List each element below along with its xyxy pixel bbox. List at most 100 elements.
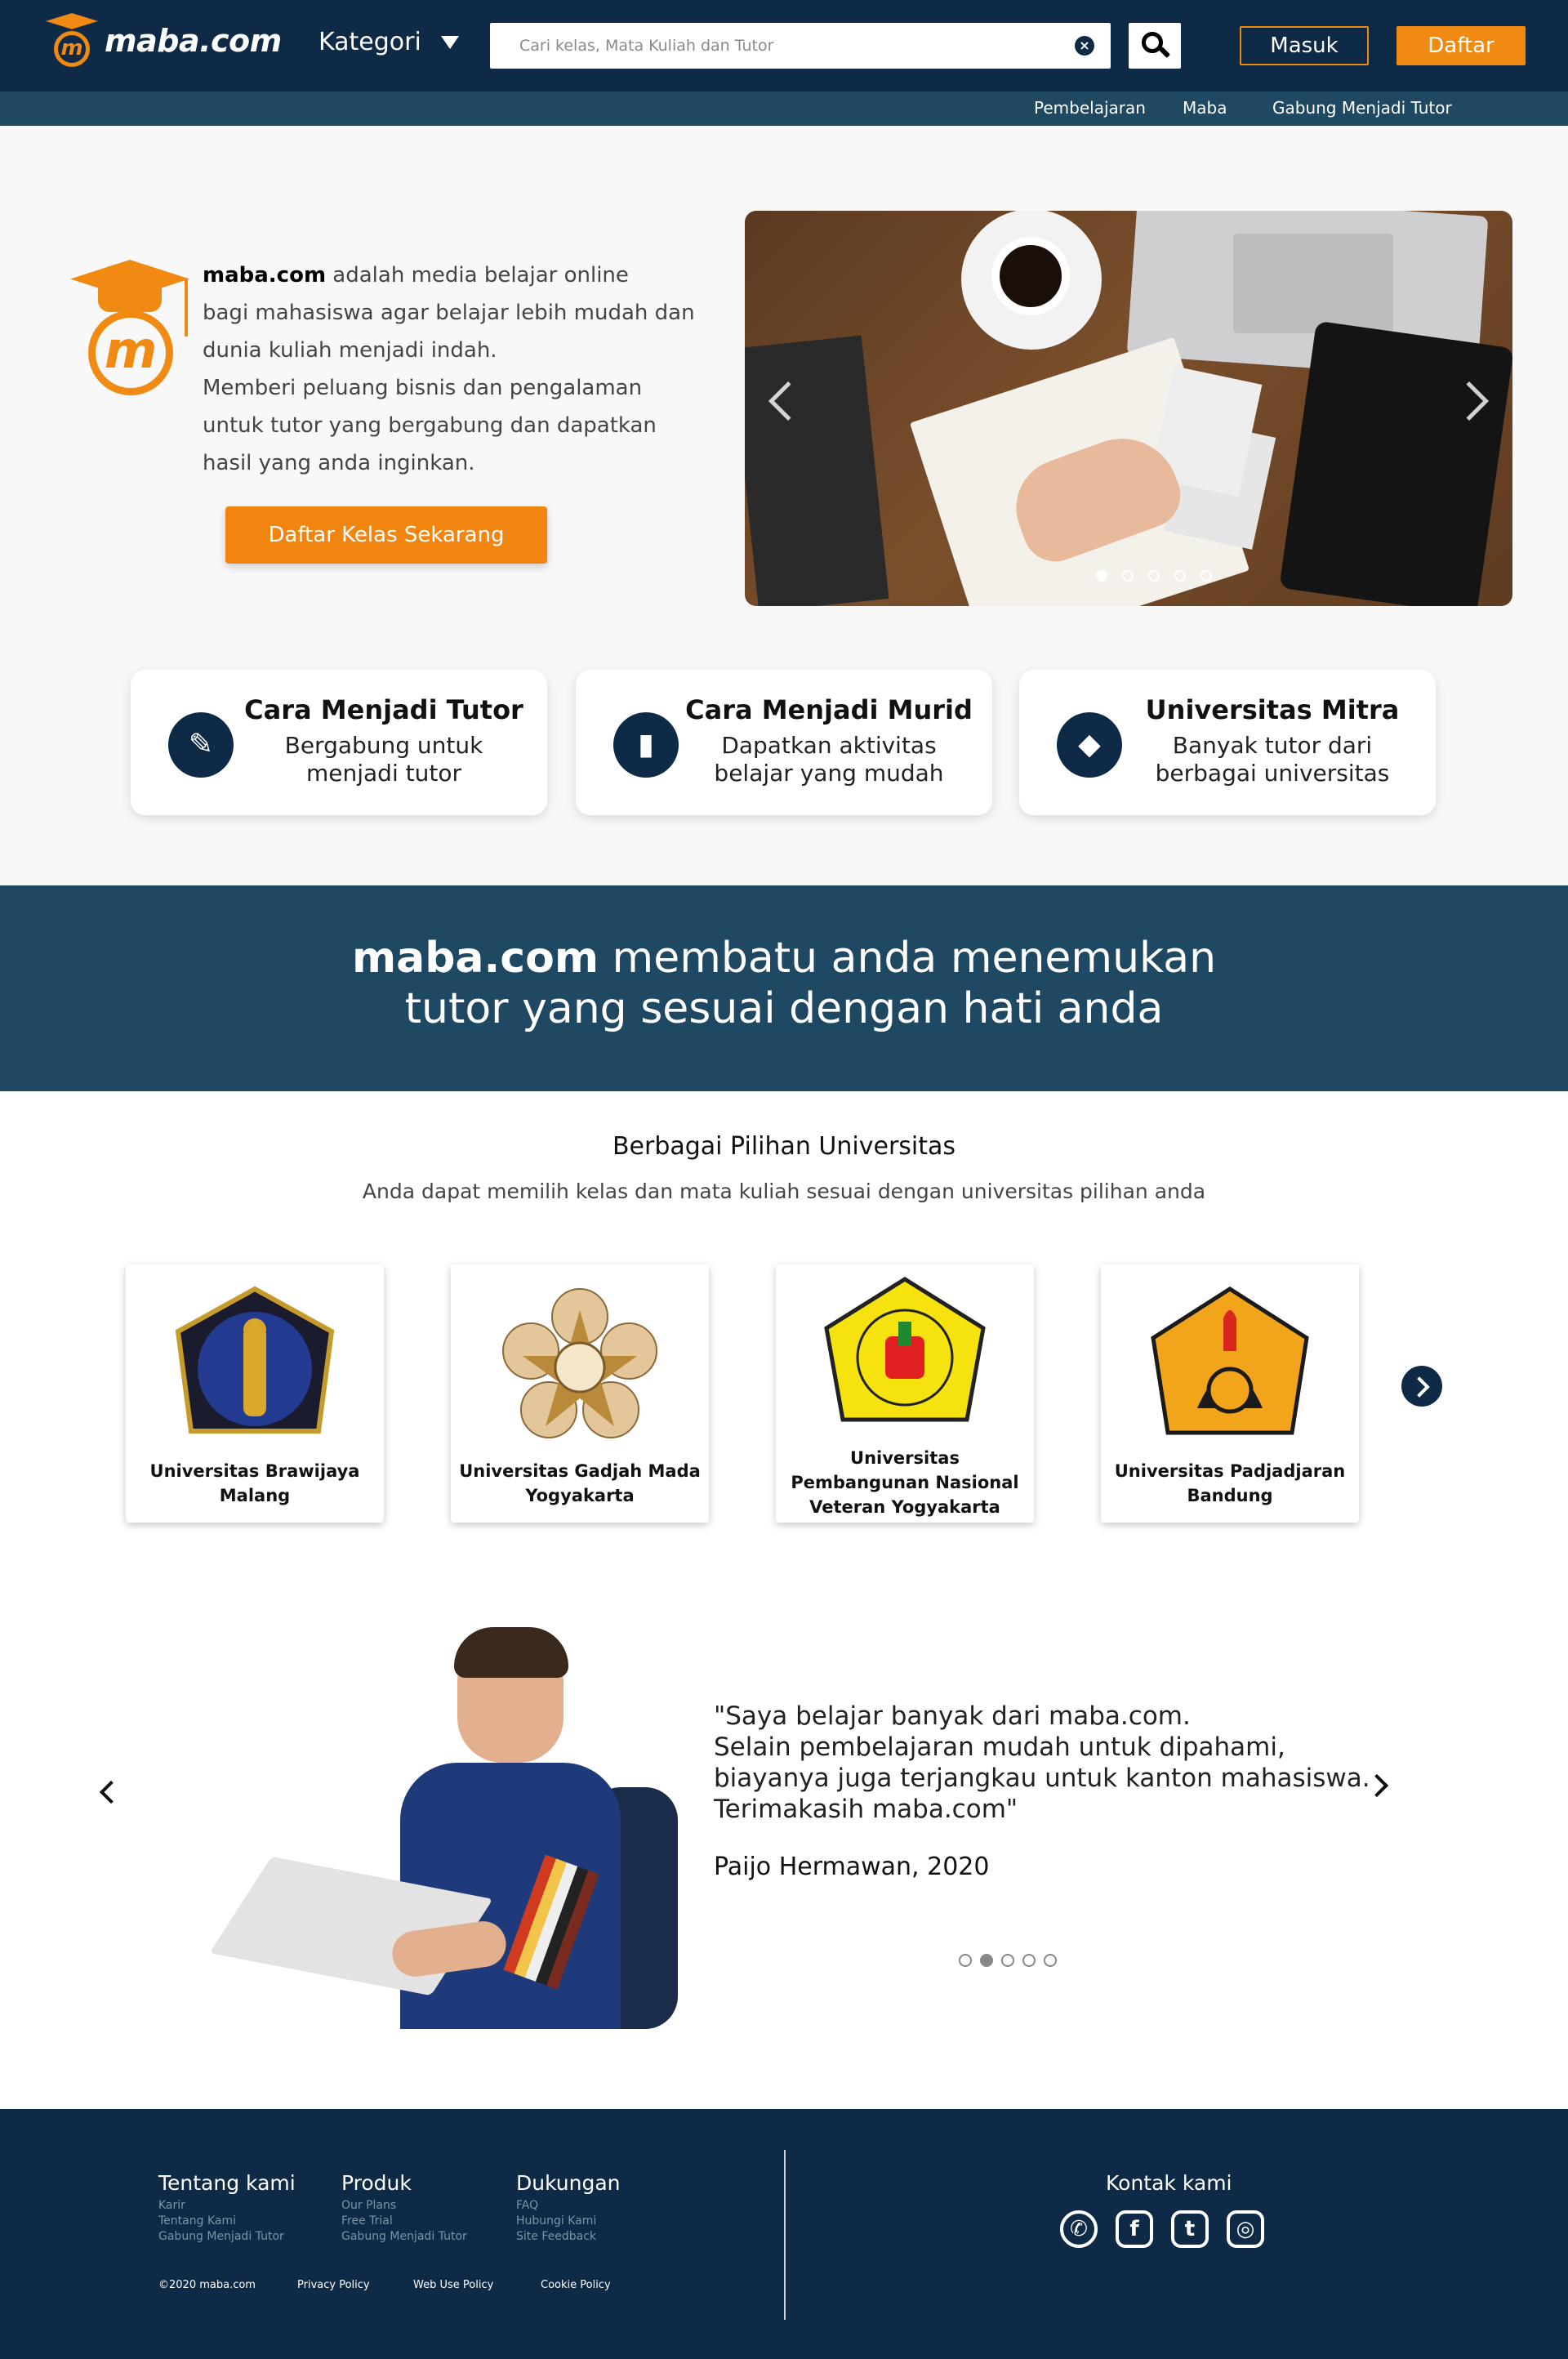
carousel-dot[interactable] [1148, 570, 1160, 582]
feature-card-student[interactable]: ▮ Cara Menjadi Murid Dapatkan aktivitas … [576, 670, 992, 815]
carousel-dot[interactable] [1122, 570, 1134, 582]
footer-link[interactable]: Our Plans [341, 2198, 467, 2214]
whatsapp-icon[interactable]: ✆ [1060, 2210, 1098, 2248]
universities-title: Berbagai Pilihan Universitas [612, 1132, 956, 1161]
university-name: Universitas Pembangunan Nasional Veteran… [791, 1448, 1019, 1517]
top-navbar: m maba.com Kategori × Masuk Daftar [0, 0, 1568, 91]
logo-text: maba.com [105, 23, 282, 59]
feature-title: Cara Menjadi Tutor [244, 694, 523, 725]
carousel-dot[interactable] [1200, 570, 1212, 582]
university-card-brawijaya[interactable]: Universitas Brawijaya Malang [126, 1264, 384, 1523]
footer-link[interactable]: FAQ [516, 2198, 621, 2214]
quote-line: Selain pembelajaran mudah untuk dipahami… [714, 1732, 1285, 1762]
hero-section: m maba.com adalah media belajar online b… [0, 126, 1568, 885]
university-name: Universitas Gadjah Mada Yogyakarta [459, 1461, 701, 1505]
register-button[interactable]: Daftar [1396, 26, 1526, 65]
university-name: Universitas Padjadjaran Bandung [1114, 1461, 1346, 1505]
footer-link[interactable]: Hubungi Kami [516, 2214, 621, 2229]
footer-link[interactable]: Site Feedback [516, 2229, 621, 2245]
hero-description: maba.com adalah media belajar online bag… [203, 256, 709, 482]
testimonial-dot[interactable] [1022, 1954, 1036, 1967]
feature-title: Universitas Mitra [1145, 694, 1400, 725]
logo-mark-icon: m [46, 11, 98, 70]
search-bar: × [490, 23, 1111, 69]
footer-link[interactable]: Gabung Menjadi Tutor [158, 2229, 296, 2245]
facebook-icon[interactable]: f [1116, 2210, 1153, 2248]
privacy-policy-link[interactable]: Privacy Policy [297, 2279, 370, 2291]
banner-line-1: membatu anda menemukan [599, 934, 1217, 983]
hero-line-3: Memberi peluang bisnis dan pengalaman un… [203, 376, 657, 475]
university-card-ugm[interactable]: Universitas Gadjah Mada Yogyakarta [451, 1264, 709, 1523]
banner-line-2: tutor yang sesuai dengan hati anda [404, 984, 1164, 1033]
footer-link[interactable]: Tentang Kami [158, 2214, 296, 2229]
footer-column-title: Tentang kami [158, 2171, 296, 2195]
university-name: Universitas Brawijaya Malang [149, 1461, 360, 1505]
university-card-upn[interactable]: Universitas Pembangunan Nasional Veteran… [776, 1264, 1034, 1523]
quote-line: Terimakasih maba.com" [714, 1795, 1018, 1824]
universities-subtitle: Anda dapat memilih kelas dan mata kuliah… [362, 1180, 1206, 1203]
site-footer: Tentang kami Karir Tentang Kami Gabung M… [0, 2109, 1568, 2359]
instagram-icon[interactable]: ◎ [1227, 2210, 1264, 2248]
footer-column-title: Dukungan [516, 2171, 621, 2195]
nav-link-pembelajaran[interactable]: Pembelajaran [1034, 98, 1146, 118]
hero-image-carousel[interactable] [745, 211, 1512, 606]
contact-title: Kontak kami [1106, 2171, 1232, 2195]
feature-desc: Dapatkan aktivitas belajar yang mudah [714, 732, 944, 787]
feature-desc: Banyak tutor dari berbagai universitas [1155, 732, 1390, 787]
footer-column-about: Tentang kami Karir Tentang Kami Gabung M… [158, 2171, 296, 2245]
testimonial-author: Paijo Hermawan, 2020 [714, 1853, 990, 1881]
cookie-policy-link[interactable]: Cookie Policy [541, 2279, 611, 2291]
testimonial-dot[interactable] [1001, 1954, 1014, 1967]
carousel-dots [1096, 570, 1212, 582]
quote-line: "Saya belajar banyak dari maba.com. [714, 1701, 1191, 1731]
banner-brand: maba.com [351, 934, 599, 983]
university-card-unpad[interactable]: Universitas Padjadjaran Bandung [1101, 1264, 1359, 1523]
register-class-button[interactable]: Daftar Kelas Sekarang [225, 506, 547, 564]
copyright-text: ©2020 maba.com [158, 2279, 256, 2291]
hero-brand: maba.com [203, 263, 327, 288]
testimonial-dot[interactable] [959, 1954, 972, 1967]
footer-column-title: Produk [341, 2171, 412, 2195]
feature-card-university[interactable]: ◆ Universitas Mitra Banyak tutor dari be… [1019, 670, 1436, 815]
nav-link-become-tutor[interactable]: Gabung Menjadi Tutor [1272, 98, 1452, 118]
twitter-icon[interactable]: t [1171, 2210, 1209, 2248]
site-logo[interactable]: m maba.com [46, 11, 282, 70]
caret-down-icon [440, 35, 459, 49]
clear-search-icon[interactable]: × [1075, 36, 1094, 56]
universities-next-icon[interactable] [1401, 1366, 1442, 1407]
book-icon: ▮ [613, 712, 679, 778]
footer-divider [784, 2150, 786, 2320]
graduation-cap-icon: ◆ [1057, 712, 1122, 778]
footer-column-support: Dukungan FAQ Hubungi Kami Site Feedback [516, 2171, 621, 2245]
feature-card-tutor[interactable]: ✎ Cara Menjadi Tutor Bergabung untuk men… [131, 670, 547, 815]
unpad-logo-icon [1151, 1287, 1309, 1435]
footer-link[interactable]: Karir [158, 2198, 296, 2214]
ugm-logo-icon [502, 1288, 657, 1438]
carousel-dot[interactable] [1174, 570, 1186, 582]
hero-logo-icon: m [70, 260, 193, 395]
hero-line-2: bagi mahasiswa agar belajar lebih mudah … [203, 301, 695, 363]
testimonial-dot[interactable] [1044, 1954, 1057, 1967]
nav-link-maba[interactable]: Maba [1183, 98, 1227, 118]
secondary-nav: Pembelajaran Maba Gabung Menjadi Tutor [0, 91, 1568, 126]
upn-logo-icon [824, 1277, 986, 1422]
footer-column-products: Produk Our Plans Free Trial Gabung Menja… [341, 2171, 467, 2245]
login-button[interactable]: Masuk [1240, 26, 1369, 65]
carousel-dot[interactable] [1096, 570, 1107, 582]
web-use-policy-link[interactable]: Web Use Policy [413, 2279, 493, 2291]
testimonial-prev-icon[interactable] [99, 1780, 123, 1804]
search-button[interactable] [1129, 23, 1181, 69]
tutor-icon: ✎ [168, 712, 234, 778]
testimonial-dot[interactable] [980, 1954, 993, 1967]
brawijaya-logo-icon [175, 1286, 335, 1434]
footer-link[interactable]: Free Trial [341, 2214, 467, 2229]
footer-link[interactable]: Gabung Menjadi Tutor [341, 2229, 467, 2245]
hero-line-1: adalah media belajar online [326, 263, 629, 288]
testimonial-quote: "Saya belajar banyak dari maba.com. Sela… [714, 1701, 1449, 1825]
quote-line: biayanya juga terjangkau untuk kanton ma… [714, 1764, 1370, 1793]
feature-cards: ✎ Cara Menjadi Tutor Bergabung untuk men… [0, 670, 1568, 817]
category-dropdown[interactable]: Kategori [318, 28, 459, 56]
search-input[interactable] [490, 23, 1062, 69]
feature-title: Cara Menjadi Murid [685, 694, 973, 725]
social-links: ✆ f t ◎ [1060, 2210, 1264, 2248]
